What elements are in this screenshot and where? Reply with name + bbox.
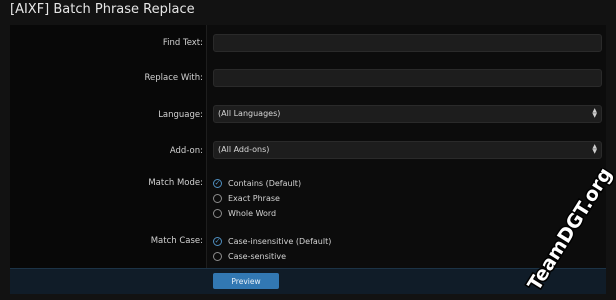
radio-checked-icon: ✓ — [213, 178, 222, 188]
find-text-input[interactable] — [213, 34, 602, 52]
option-label: Contains (Default) — [228, 178, 302, 188]
radio-checked-icon: ✓ — [213, 236, 222, 246]
option-label: Whole Word — [228, 208, 277, 218]
radio-icon — [213, 193, 222, 203]
option-label: Exact Phrase — [228, 193, 280, 203]
preview-button[interactable]: Preview — [213, 273, 279, 289]
language-select-wrap: (All Languages) ▲ ▼ — [213, 105, 602, 123]
replace-with-label: Replace With: — [144, 73, 204, 83]
page-title: [AIXF] Batch Phrase Replace — [10, 2, 195, 17]
match-case-option-insensitive[interactable]: ✓ Case-insensitive (Default) — [213, 235, 331, 247]
column-divider — [206, 25, 207, 268]
language-label: Language: — [158, 110, 203, 120]
replace-with-input[interactable] — [213, 69, 602, 87]
radio-icon — [213, 208, 222, 218]
match-mode-option-exact[interactable]: Exact Phrase — [213, 192, 280, 204]
checkmark-icon: ✓ — [214, 178, 221, 187]
match-mode-option-contains[interactable]: ✓ Contains (Default) — [213, 177, 301, 189]
addon-select[interactable]: (All Add-ons) — [213, 141, 602, 159]
checkmark-icon: ✓ — [214, 236, 221, 245]
form-footer: Preview — [10, 268, 606, 294]
addon-label: Add-on: — [169, 146, 203, 156]
radio-icon — [213, 251, 222, 261]
match-case-label: Match Case: — [150, 236, 203, 246]
find-text-label: Find Text: — [162, 38, 203, 48]
option-label: Case-sensitive — [228, 251, 287, 261]
match-mode-option-whole-word[interactable]: Whole Word — [213, 207, 276, 219]
batch-replace-form: Find Text: Replace With: Language: (All … — [10, 25, 606, 268]
option-label: Case-insensitive (Default) — [228, 236, 332, 246]
match-case-option-sensitive[interactable]: Case-sensitive — [213, 250, 286, 262]
addon-select-wrap: (All Add-ons) ▲ ▼ — [213, 141, 602, 159]
language-select[interactable]: (All Languages) — [213, 105, 602, 123]
match-mode-label: Match Mode: — [148, 178, 203, 188]
